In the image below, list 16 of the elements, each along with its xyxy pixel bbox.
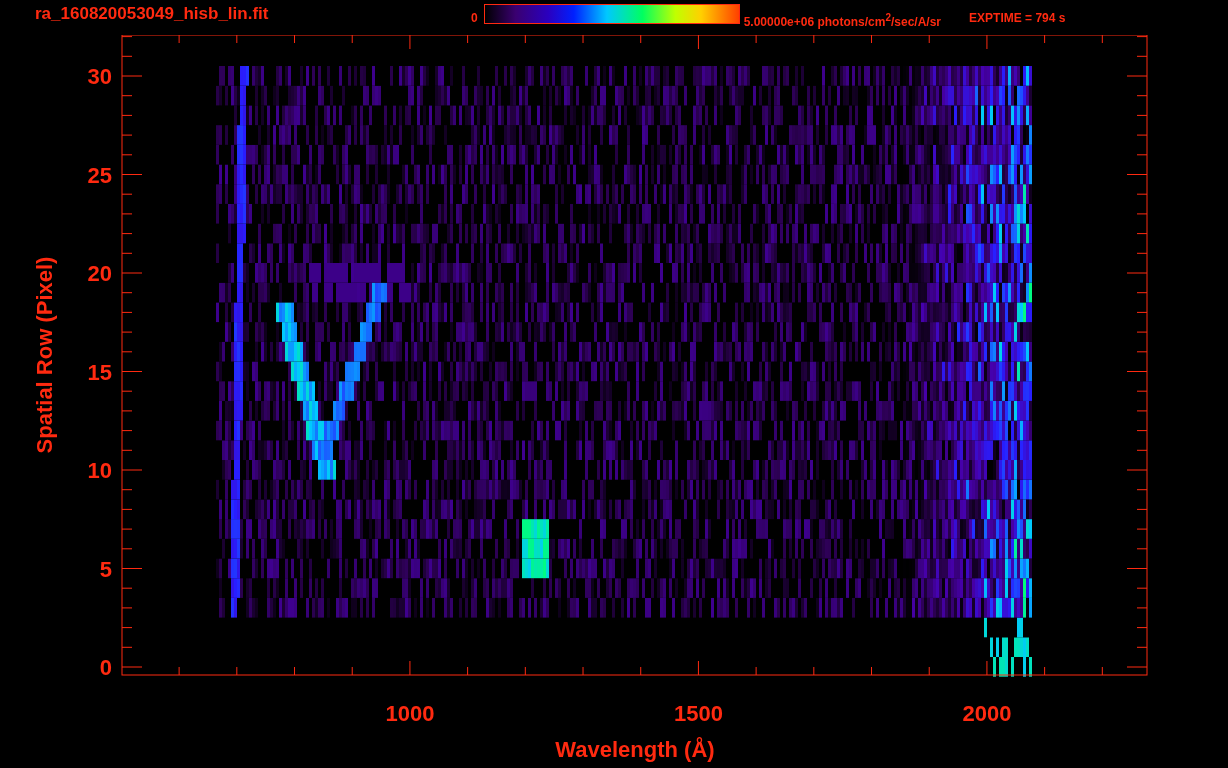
y-axis-label: Spatial Row (Pixel) [32, 256, 57, 454]
file-title: ra_160820053049_hisb_lin.fit [35, 4, 270, 24]
exposure-time: EXPTIME = 794 s [969, 10, 1066, 26]
colorbar-max-label: 5.00000e+06 photons/cm$^{2}$/sec/A/sr [743, 11, 942, 30]
x-axis-label: Wavelength (Å) [555, 737, 715, 762]
y-tick-label: 20 [87, 261, 112, 286]
y-tick-label: 25 [87, 162, 112, 188]
y-tick-label: 5 [99, 556, 112, 582]
y-tick-label: 10 [87, 458, 112, 483]
colorbar-min-label: 0 [471, 10, 478, 26]
y-tick-label: 15 [87, 359, 112, 385]
y-tick-label: 0 [99, 655, 112, 680]
x-tick-label: 1500 [673, 701, 723, 726]
x-tick-label: 1000 [385, 701, 435, 726]
y-tick-label: 30 [87, 64, 112, 89]
x-tick-label: 2000 [962, 701, 1012, 726]
